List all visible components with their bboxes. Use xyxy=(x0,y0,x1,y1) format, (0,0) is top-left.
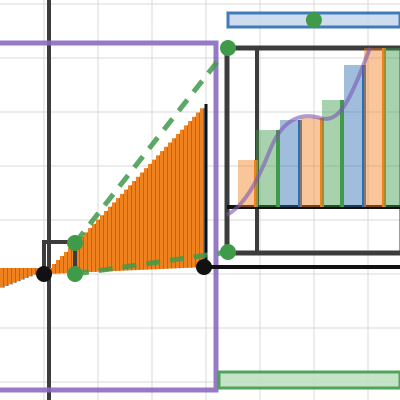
inset-bar xyxy=(300,118,322,207)
green-point-mid-right[interactable] xyxy=(220,244,236,260)
slider-blue[interactable] xyxy=(226,11,400,29)
graph-canvas[interactable] xyxy=(0,0,400,400)
inset-bar xyxy=(384,48,400,207)
inset-bar xyxy=(364,48,384,207)
green-point-top-right[interactable] xyxy=(220,40,236,56)
black-point-left[interactable] xyxy=(36,266,52,282)
slider-green[interactable] xyxy=(217,370,400,390)
green-point-lower-left[interactable] xyxy=(67,266,83,282)
black-point-right[interactable] xyxy=(196,259,212,275)
inset-bars xyxy=(238,48,400,207)
slider-green-track[interactable] xyxy=(217,370,400,390)
slider-blue-handle[interactable] xyxy=(305,12,322,28)
inset-bar xyxy=(280,120,300,207)
green-point-upper-left[interactable] xyxy=(67,235,83,251)
